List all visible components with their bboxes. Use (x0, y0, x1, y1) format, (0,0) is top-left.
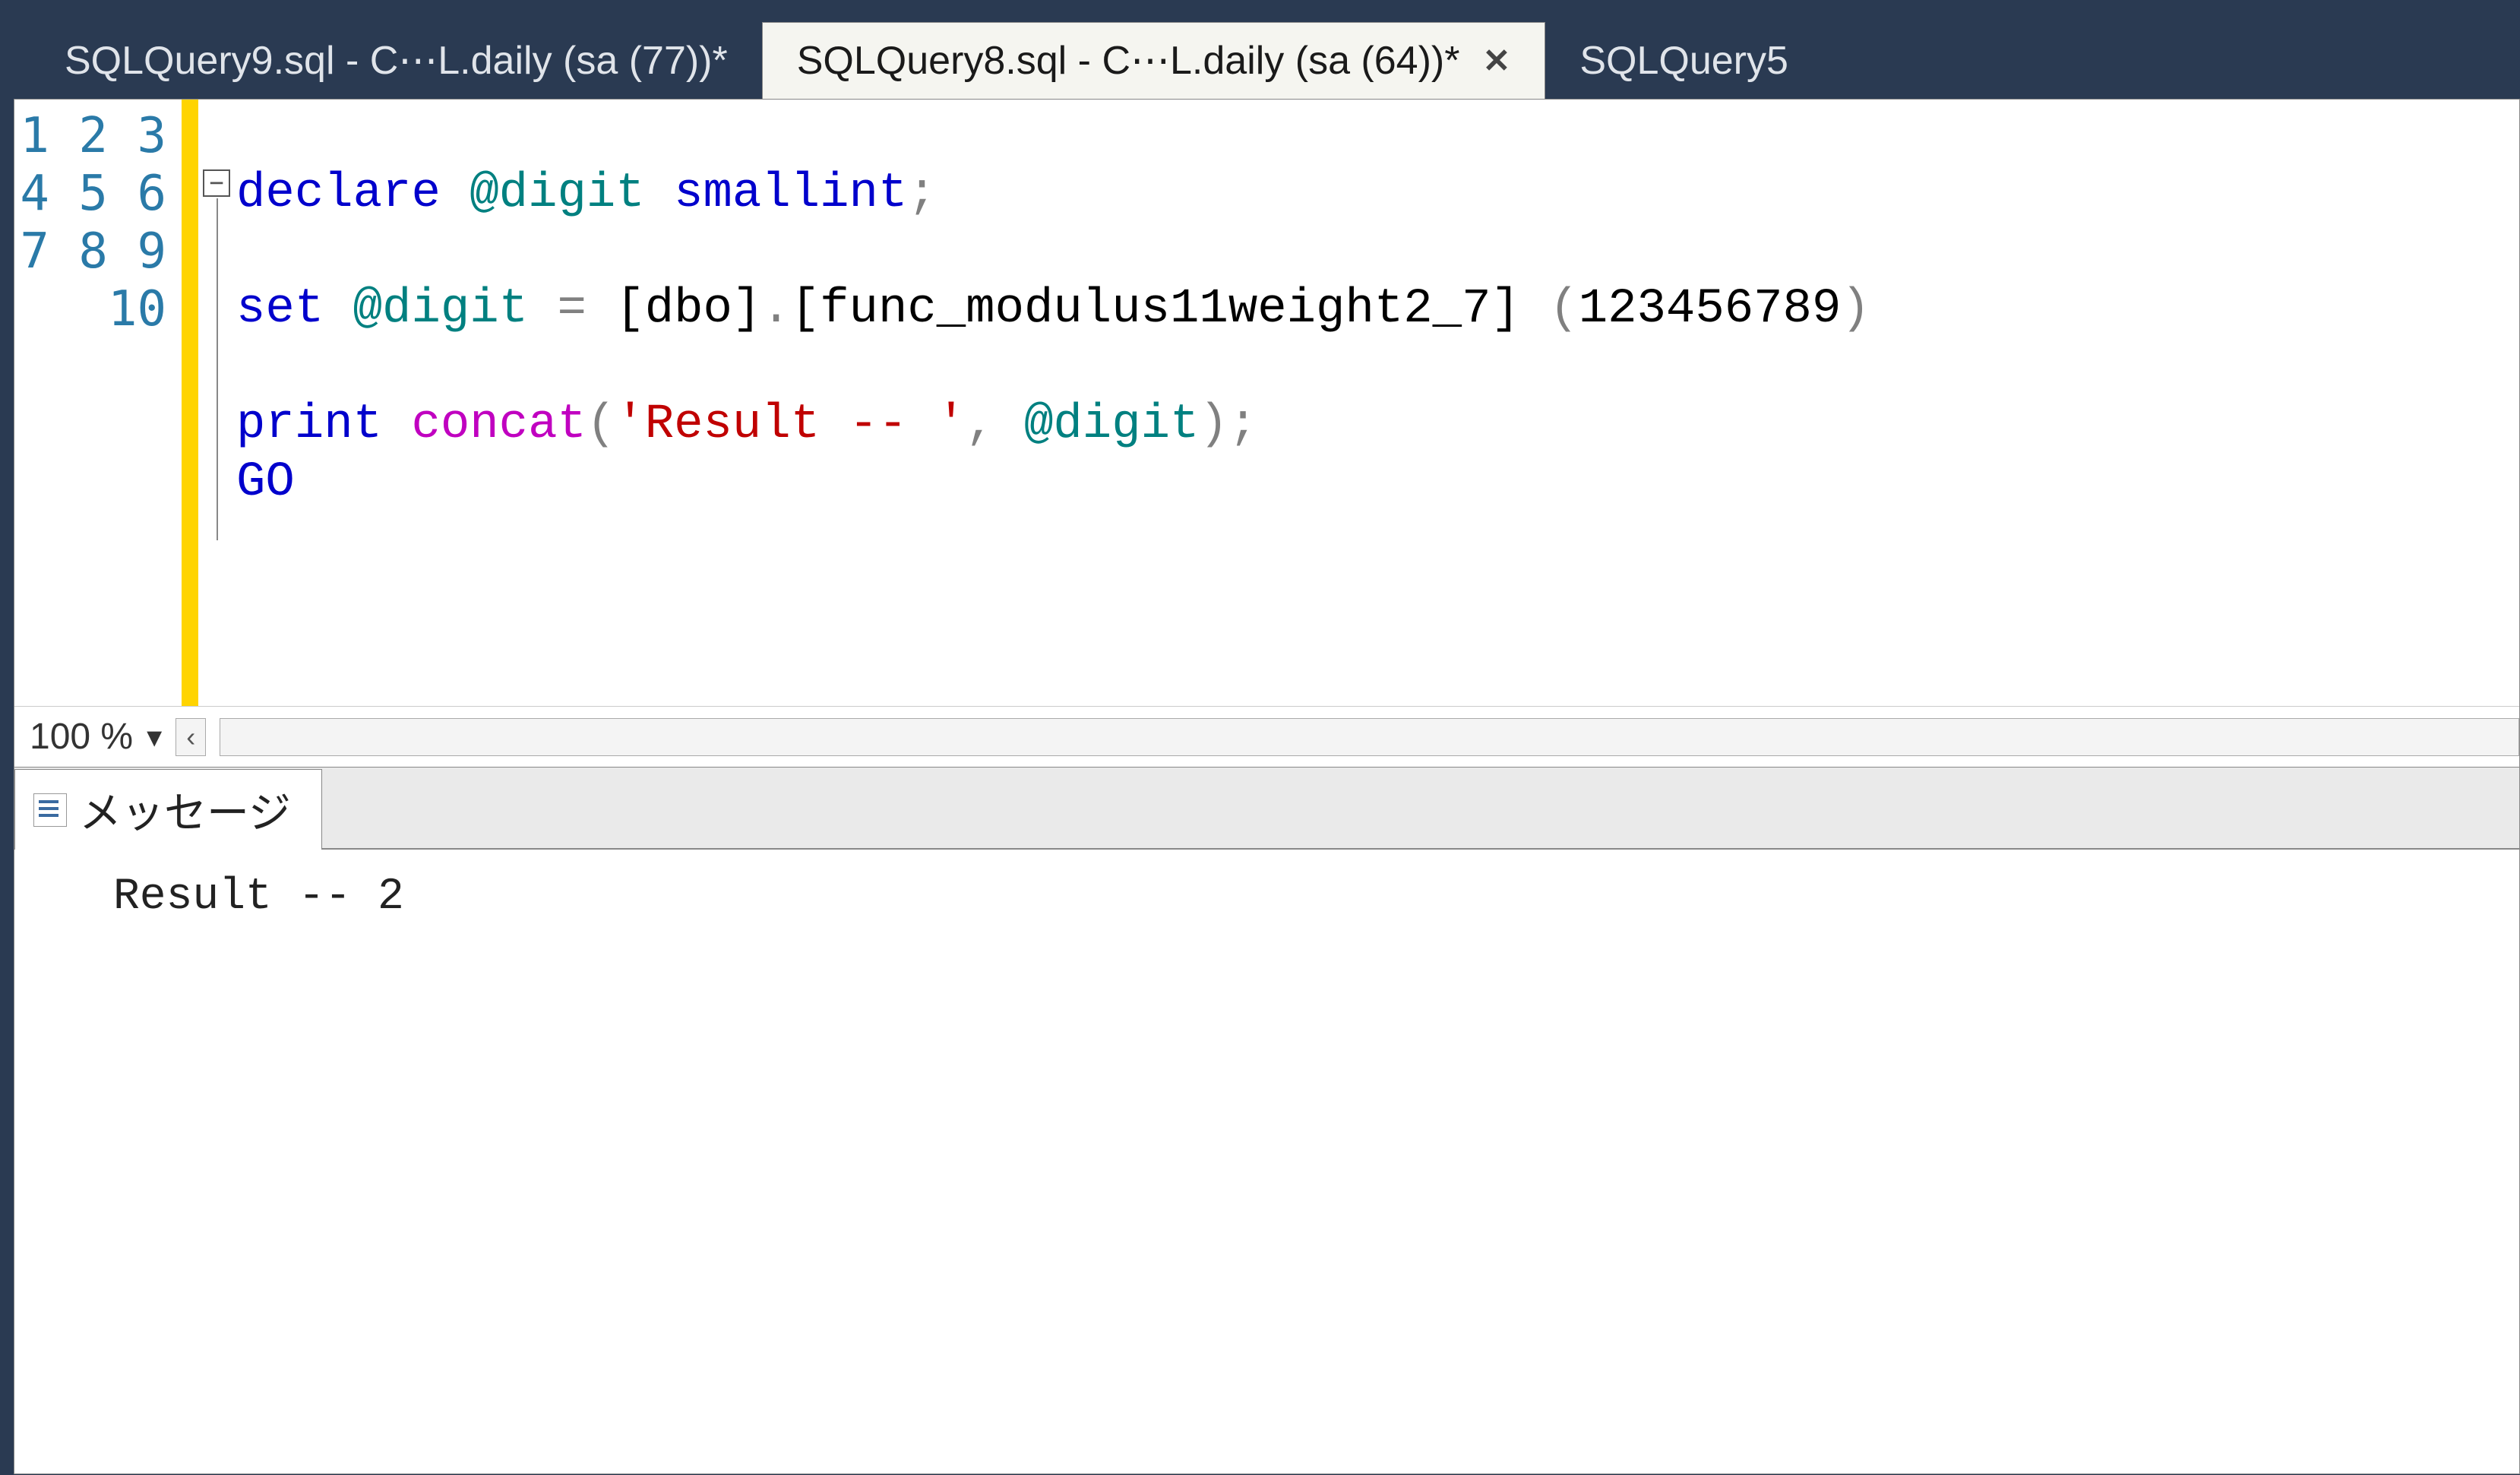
code-text[interactable]: declare @digit smallint; set @digit = [d… (236, 100, 1870, 706)
results-tab-strip: メッセージ (14, 768, 2519, 850)
messages-output: Result -- 2 (14, 850, 2519, 1473)
editor-footer: 100 % ▾ ‹ (14, 706, 2519, 767)
zoom-level[interactable]: 100 % (30, 716, 133, 758)
scroll-left-button[interactable]: ‹ (175, 718, 206, 756)
tab-label: SQLQuery5 (1579, 38, 1788, 84)
fold-guide-line (217, 198, 218, 540)
chevron-down-icon[interactable]: ▾ (147, 720, 162, 755)
tab-label: SQLQuery8.sql - C⋯L.daily (sa (64))* (797, 38, 1460, 84)
code-editor: 1 2 3 4 5 6 7 8 9 10 − declare @digit sm… (14, 99, 2520, 768)
document-tab-inactive[interactable]: SQLQuery5 (1545, 23, 1823, 99)
horizontal-scrollbar[interactable] (220, 718, 2519, 756)
modification-indicator-bar (182, 100, 198, 706)
fold-toggle-icon[interactable]: − (203, 169, 230, 197)
tab-label: SQLQuery9.sql - C⋯L.daily (sa (77))* (65, 38, 728, 84)
messages-tab-label: メッセージ (79, 779, 291, 840)
line-number-gutter: 1 2 3 4 5 6 7 8 9 10 (14, 100, 182, 706)
close-icon[interactable]: ✕ (1482, 42, 1510, 81)
code-area[interactable]: 1 2 3 4 5 6 7 8 9 10 − declare @digit sm… (14, 100, 2519, 706)
output-line: Result -- 2 (113, 872, 404, 922)
results-pane: メッセージ Result -- 2 (14, 768, 2520, 1474)
fold-column: − (198, 100, 236, 706)
scroll-left-icon: ‹ (186, 721, 195, 753)
messages-icon (33, 793, 67, 827)
document-tab-inactive[interactable]: SQLQuery9.sql - C⋯L.daily (sa (77))* (30, 23, 762, 99)
messages-tab[interactable]: メッセージ (14, 769, 322, 850)
document-tab-strip: SQLQuery9.sql - C⋯L.daily (sa (77))* SQL… (0, 0, 2520, 99)
document-tab-active[interactable]: SQLQuery8.sql - C⋯L.daily (sa (64))* ✕ (762, 22, 1546, 99)
